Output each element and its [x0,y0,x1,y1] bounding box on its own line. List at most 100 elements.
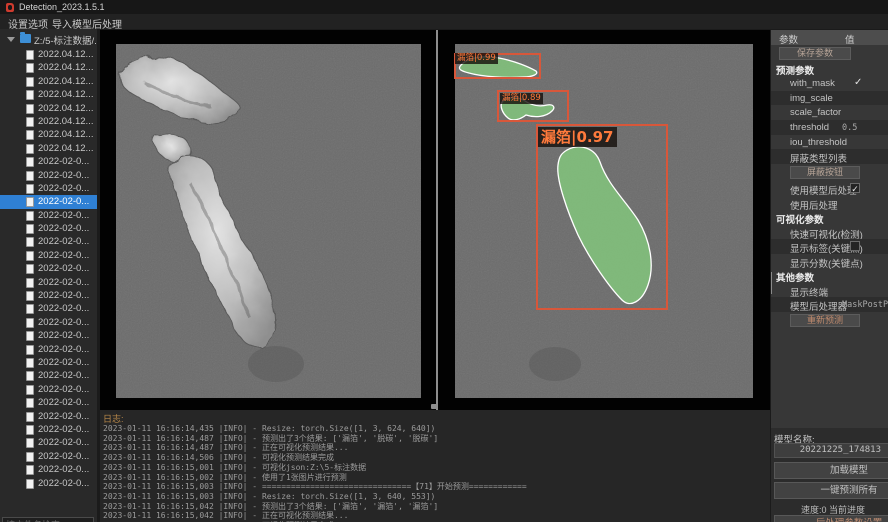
tree-item[interactable]: 2022.04.12... [0,75,97,88]
tree-item[interactable]: 2022-02-0... [0,155,97,168]
tree-item[interactable]: 2022-02-0... [0,396,97,409]
image-viewer-original[interactable] [100,30,436,410]
checkbox-checked-icon[interactable]: ✓ [850,183,860,193]
tree-item[interactable]: 2022-02-0... [0,343,97,356]
tree-item[interactable]: 2022.04.12... [0,128,97,141]
post-params-button[interactable]: 后处理参数设置 [774,515,888,522]
mask-types-button[interactable]: 屏蔽按钮 [790,166,860,179]
param-row-use-model-post[interactable]: 使用模型后处理 ✓ [771,181,888,196]
tree-item[interactable]: 2022.04.12... [0,48,97,61]
tree-item-label: 2022-02-0... [38,276,89,289]
log-line: 2023-01-11 16:16:15,042 |INFO| - 预测出了3个结… [103,502,767,512]
section-predict-params: 预测参数 [771,62,888,76]
param-row-iou-threshold[interactable]: iou_threshold [771,135,888,150]
tree-item-label: 2022-02-0... [38,262,89,275]
file-icon [26,77,34,87]
param-row-with-mask[interactable]: with_mask ✓ [771,76,888,91]
param-row-img-scale[interactable]: img_scale [771,91,888,106]
tree-item[interactable]: 2022-02-0... [0,329,97,342]
model-name-field[interactable]: 20221225_174813 [774,443,888,458]
tree-item[interactable]: 2022-02-0... [0,302,97,315]
file-icon [26,197,34,207]
tree-item[interactable]: 2022-02-0... [0,235,97,248]
tree-item-label: 2022-02-0... [38,302,89,315]
checkbox-unchecked-icon[interactable] [850,241,860,251]
scrollbar-thumb[interactable] [771,272,772,294]
tree-item[interactable]: 2022-02-0... [0,356,97,369]
tree-item[interactable]: 2022-02-0... [0,209,97,222]
tree-item-label: 2022-02-0... [38,155,89,168]
param-row-threshold[interactable]: threshold 0.5 [771,120,888,135]
param-row-scale-factor[interactable]: scale_factor [771,105,888,120]
log-line: 2023-01-11 16:16:15,003 |INFO| - =======… [103,482,767,492]
tree-item[interactable]: 2022-02-0... [0,289,97,302]
value-column-header: 值 [845,32,855,46]
log-panel[interactable]: 日志: 2023-01-11 16:16:14,435 |INFO| - Res… [100,410,770,522]
tree-item-label: 2022-02-0... [38,436,89,449]
param-row-mask-type-list[interactable]: 屏蔽类型列表 [771,149,888,164]
detection-box [536,124,668,310]
image-viewer-prediction[interactable]: 漏箔|0.99 漏箔|0.89 漏箔|0.97 [438,30,770,410]
tree-item[interactable]: 2022-02-0... [0,369,97,382]
tree-item[interactable]: 2022-02-0... [0,262,97,275]
load-model-button[interactable]: 加载模型 [774,462,888,479]
file-icon [26,251,34,261]
detection-label: 漏箔|0.97 [538,127,617,147]
tree-item[interactable]: 2022-02-0... [0,182,97,195]
param-row-fast-vis[interactable]: 快速可视化(检测) [771,225,888,240]
log-line: 2023-01-11 16:16:15,001 |INFO| - 可视化json… [103,463,767,473]
title-bar: Detection_2023.1.5.1 [0,0,888,14]
app-logo-icon [6,3,14,12]
file-icon [26,398,34,408]
tree-item[interactable]: 2022-02-0... [0,477,97,490]
file-icon [26,358,34,368]
file-icon [26,157,34,167]
tree-item-label: 2022.04.12... [38,115,93,128]
file-icon [26,63,34,73]
tree-item[interactable]: 2022-02-0... [0,450,97,463]
app-window: Detection_2023.1.5.1 设置选项 导入模型后处理 Z:/5-标… [0,0,888,522]
tree-item[interactable]: 2022-02-0... [0,423,97,436]
param-row-use-post[interactable]: 使用后处理 [771,196,888,211]
tree-item[interactable]: 2022-02-0... [0,195,97,208]
tree-item[interactable]: 2022-02-0... [0,383,97,396]
detection-label: 漏箔|0.99 [455,53,498,64]
tree-root[interactable]: Z:/5-标注数据/... [0,32,97,47]
file-icon [26,304,34,314]
param-row-show-label[interactable]: 显示标签(关键点) [771,239,888,254]
tree-item[interactable]: 2022.04.12... [0,61,97,74]
tree-item[interactable]: 2022-02-0... [0,276,97,289]
repredict-button[interactable]: 重新预测 [790,314,860,327]
tree-item[interactable]: 2022.04.12... [0,142,97,155]
tree-item[interactable]: 2022-02-0... [0,436,97,449]
tree-item[interactable]: 2022-02-0... [0,169,97,182]
tree-item-label: 2022.04.12... [38,48,93,61]
tree-item[interactable]: 2022-02-0... [0,316,97,329]
file-tree-panel: Z:/5-标注数据/... 2022.04.12... 2022.04.12..… [0,29,97,522]
file-icon [26,278,34,288]
search-input[interactable] [2,517,94,522]
model-post-processor-value[interactable]: MaskPostPro [842,300,888,310]
chevron-down-icon[interactable] [7,37,15,42]
param-row-show-score[interactable]: 显示分数(关键点) [771,254,888,269]
tree-item[interactable]: 2022-02-0... [0,222,97,235]
tree-item[interactable]: 2022-02-0... [0,410,97,423]
tree-item[interactable]: 2022-02-0... [0,249,97,262]
param-row-model-post-processor[interactable]: 模型后处理器 MaskPostPro [771,297,888,312]
tree-item-label: 2022-02-0... [38,222,89,235]
threshold-value[interactable]: 0.5 [842,123,857,133]
file-icon [26,171,34,181]
save-params-button[interactable]: 保存参数 [779,47,851,60]
param-row-show-terminal[interactable]: 显示终端 [771,283,888,298]
file-icon [26,237,34,247]
tree-item-label: 2022-02-0... [38,463,89,476]
tree-item[interactable]: 2022-02-0... [0,463,97,476]
tree-item[interactable]: 2022.04.12... [0,88,97,101]
tree-item-label: 2022-02-0... [38,235,89,248]
section-other-params: 其他参数 [771,269,888,283]
tree-item[interactable]: 2022.04.12... [0,115,97,128]
tree-item[interactable]: 2022.04.12... [0,102,97,115]
file-icon [26,331,34,341]
predict-all-button[interactable]: 一键预测所有 [774,482,888,499]
check-icon[interactable]: ✓ [854,77,862,88]
